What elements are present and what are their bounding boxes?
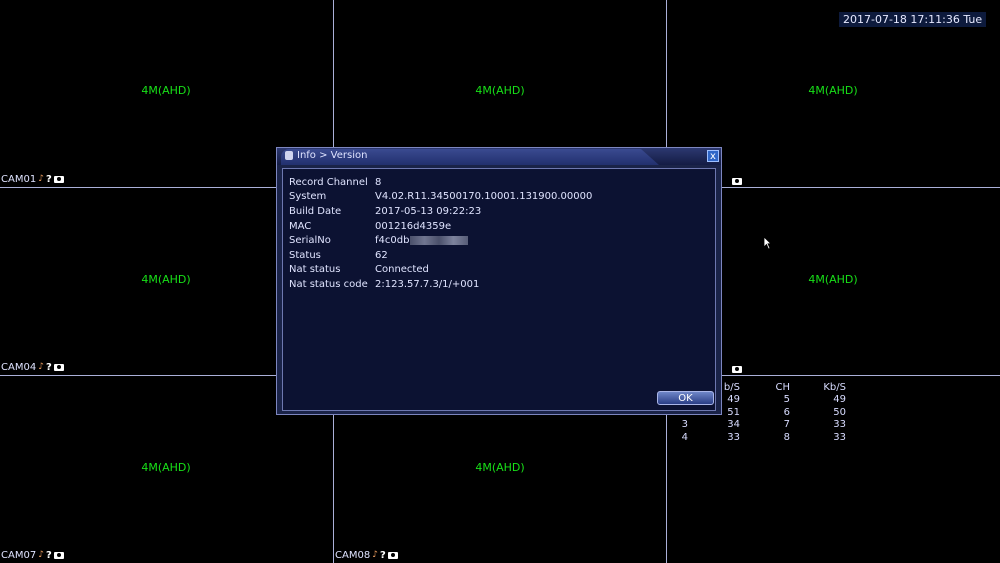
resolution-label: 4M(AHD) (475, 461, 525, 474)
camera-name: CAM07 (1, 550, 37, 561)
audio-muted-icon[interactable]: ♪ (372, 551, 378, 560)
field-value: Connected (375, 264, 429, 276)
field-label: MAC (289, 220, 312, 232)
info-row: Nat status code 2:123.57.7.3/1/+001 (289, 277, 592, 292)
info-panel: Record Channel 8 System V4.02.R11.345001… (282, 168, 716, 411)
resolution-label: 4M(AHD) (475, 84, 525, 97)
record-icon[interactable] (732, 178, 742, 185)
table-cell: 7 (783, 419, 790, 431)
audio-muted-icon[interactable]: ♪ (38, 175, 44, 184)
record-icon[interactable] (387, 552, 398, 559)
camera-label: CAM01 ♪ ? (1, 174, 64, 185)
info-list: Record Channel 8 System V4.02.R11.345001… (289, 175, 592, 292)
info-row: System V4.02.R11.34500170.10001.131900.0… (289, 190, 592, 205)
field-value: 001216d4359e (375, 220, 452, 232)
camera-name: CAM04 (1, 362, 37, 373)
field-label: Record Channel (289, 176, 368, 188)
dialog-titlebar[interactable]: Info > Version x (277, 148, 721, 165)
resolution-label: 4M(AHD) (141, 461, 191, 474)
info-row: Status 62 (289, 248, 592, 263)
table-cell: 34 (727, 419, 740, 431)
table-cell: 3 (681, 419, 688, 431)
field-label: Build Date (289, 205, 342, 217)
camera-label: CAM08 ♪ ? (335, 550, 398, 561)
window-icon (285, 151, 293, 160)
info-row: Build Date 2017-05-13 09:22:23 (289, 204, 592, 219)
version-info-dialog: Info > Version x Record Channel 8 System… (276, 147, 722, 415)
table-cell: 4 (681, 431, 688, 443)
record-icon[interactable] (53, 364, 64, 371)
table-cell: 49 (833, 394, 846, 406)
field-label: SerialNo (289, 235, 331, 247)
header-cell: Kb/S (823, 381, 846, 393)
datetime-display: 2017-07-18 17:11:36 Tue (839, 12, 987, 27)
table-cell: 5 (783, 394, 790, 406)
record-icon[interactable] (732, 366, 742, 373)
field-value: 2017-05-13 09:22:23 (375, 205, 482, 217)
record-icon[interactable] (53, 176, 64, 183)
help-icon[interactable]: ? (380, 551, 386, 561)
field-value: 2:123.57.7.3/1/+001 (375, 278, 480, 290)
table-cell: 33 (727, 431, 740, 443)
audio-muted-icon[interactable]: ♪ (38, 551, 44, 560)
field-label: System (289, 191, 327, 203)
field-label: Status (289, 249, 321, 261)
camera-label: CAM07 ♪ ? (1, 550, 64, 561)
help-icon[interactable]: ? (46, 551, 52, 561)
table-cell: 33 (833, 419, 846, 431)
table-cell: 33 (833, 431, 846, 443)
audio-muted-icon[interactable]: ♪ (38, 363, 44, 372)
camera-label: CAM04 ♪ ? (1, 362, 64, 373)
help-icon[interactable]: ? (46, 175, 52, 185)
info-row: Record Channel 8 (289, 175, 592, 190)
table-cell: 50 (833, 406, 846, 418)
info-row: Nat status Connected (289, 263, 592, 278)
header-cell: CH (775, 381, 790, 393)
dialog-title: Info > Version (297, 150, 368, 161)
resolution-label: 4M(AHD) (808, 84, 858, 97)
camera-name: CAM01 (1, 174, 37, 185)
record-icon[interactable] (53, 552, 64, 559)
field-value: 62 (375, 249, 388, 261)
table-cell: 8 (783, 431, 790, 443)
table-row: 4 33 8 33 (672, 431, 846, 444)
table-cell: 6 (783, 406, 790, 418)
info-row: MAC 001216d4359e (289, 219, 592, 234)
close-icon[interactable]: x (707, 150, 719, 162)
redacted-serial (410, 236, 469, 246)
field-label: Nat status code (289, 278, 368, 290)
field-value: V4.02.R11.34500170.10001.131900.00000 (375, 191, 593, 203)
table-row: 3 34 7 33 (672, 419, 846, 432)
camera-name: CAM08 (335, 550, 371, 561)
field-label: Nat status (289, 264, 341, 276)
help-icon[interactable]: ? (46, 363, 52, 373)
info-row: SerialNo f4c0db (289, 233, 592, 248)
field-value: 8 (375, 176, 382, 188)
mouse-cursor-icon (763, 236, 772, 250)
field-value: f4c0db (375, 235, 410, 247)
resolution-label: 4M(AHD) (141, 84, 191, 97)
ok-button[interactable]: OK (657, 391, 714, 405)
